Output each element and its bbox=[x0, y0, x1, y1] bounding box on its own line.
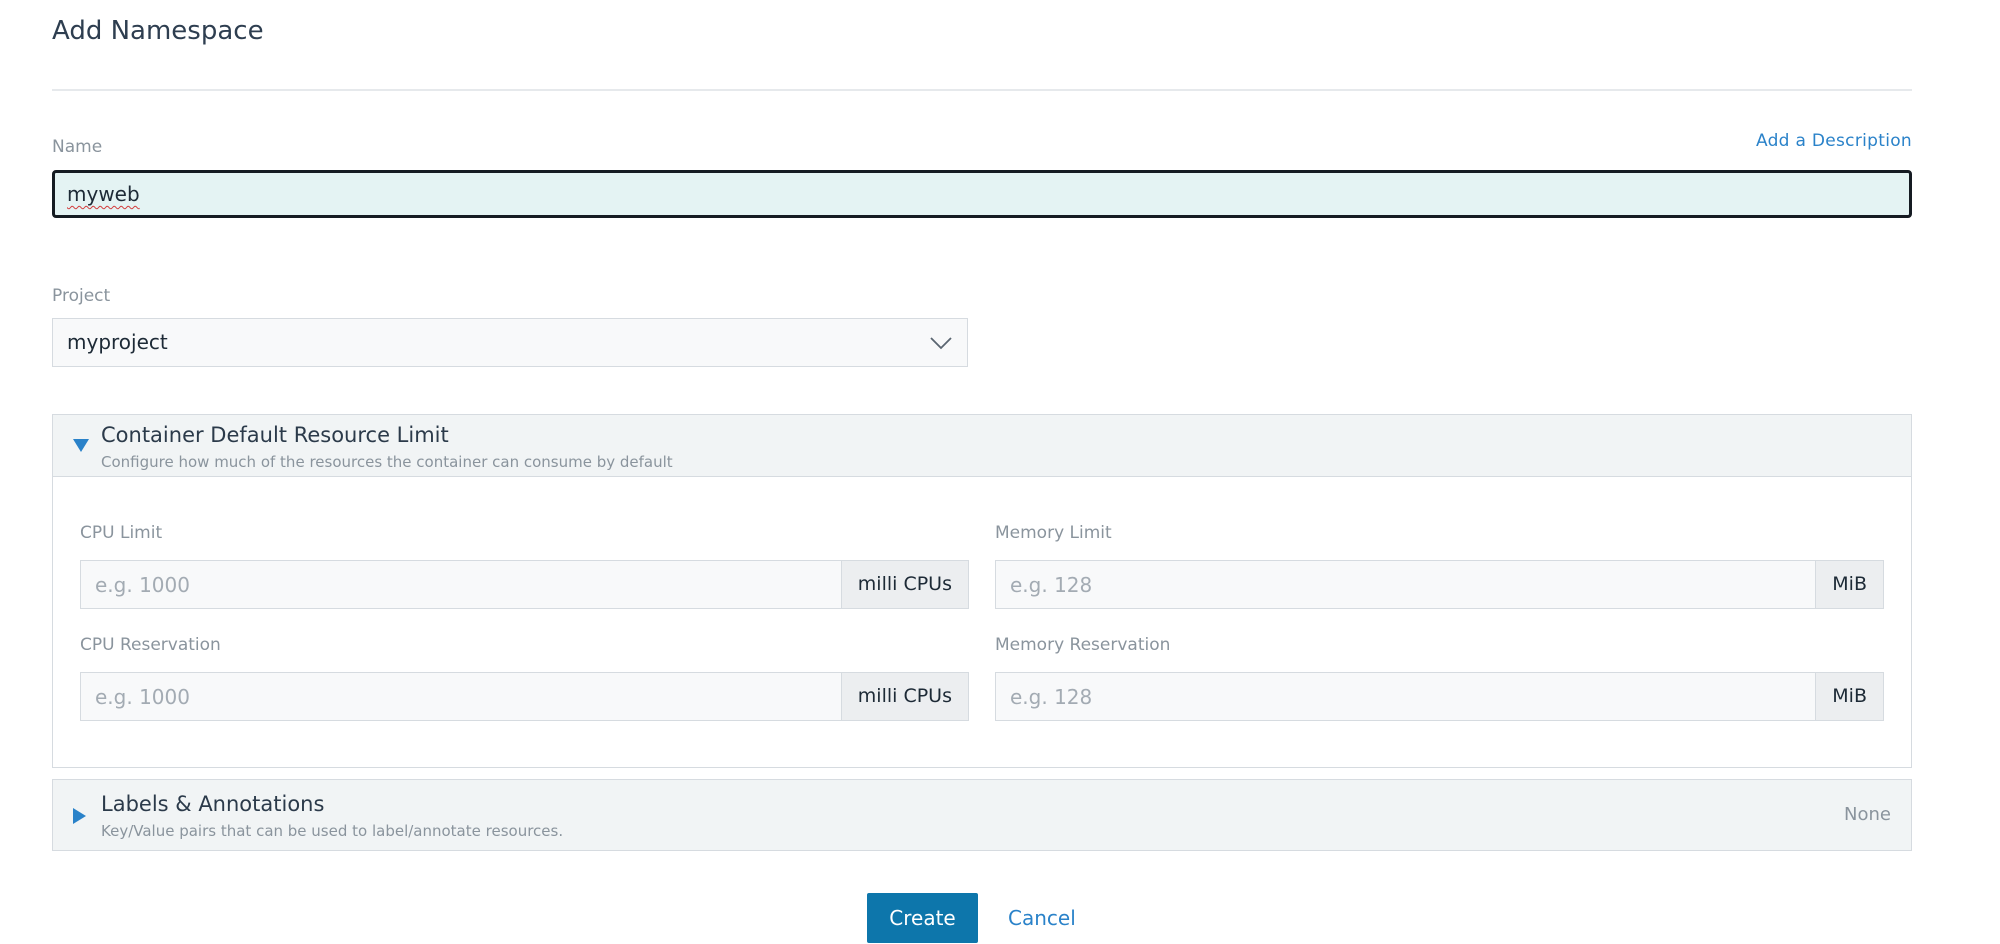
memory-limit-unit: MiB bbox=[1815, 561, 1883, 608]
labels-annotations-header[interactable]: Labels & Annotations Key/Value pairs tha… bbox=[53, 780, 1911, 850]
add-description-link[interactable]: Add a Description bbox=[1756, 131, 1912, 151]
triangle-down-icon bbox=[73, 439, 89, 452]
create-button[interactable]: Create bbox=[867, 893, 978, 943]
cpu-limit-input[interactable] bbox=[81, 561, 841, 608]
cpu-limit-label: CPU Limit bbox=[80, 523, 163, 543]
resource-limit-title: Container Default Resource Limit bbox=[101, 423, 449, 447]
form-actions: Create Cancel bbox=[52, 893, 1912, 943]
cpu-reservation-unit: milli CPUs bbox=[840, 673, 968, 720]
labels-annotations-section: Labels & Annotations Key/Value pairs tha… bbox=[52, 779, 1912, 851]
memory-reservation-group: MiB bbox=[995, 672, 1884, 721]
chevron-down-icon bbox=[930, 337, 952, 350]
project-select[interactable]: myproject bbox=[52, 318, 968, 367]
cpu-reservation-group: milli CPUs bbox=[80, 672, 969, 721]
memory-reservation-unit: MiB bbox=[1815, 673, 1883, 720]
labels-annotations-subtitle: Key/Value pairs that can be used to labe… bbox=[101, 822, 564, 840]
memory-limit-input[interactable] bbox=[996, 561, 1816, 608]
cpu-limit-unit: milli CPUs bbox=[840, 561, 968, 608]
cancel-button[interactable]: Cancel bbox=[1004, 893, 1080, 943]
name-input-value: myweb bbox=[67, 182, 140, 206]
labels-annotations-title: Labels & Annotations bbox=[101, 792, 325, 816]
triangle-right-icon bbox=[73, 808, 86, 824]
resource-limit-subtitle: Configure how much of the resources the … bbox=[101, 453, 673, 471]
memory-limit-group: MiB bbox=[995, 560, 1884, 609]
project-select-value: myproject bbox=[67, 330, 168, 354]
memory-reservation-input[interactable] bbox=[996, 673, 1816, 720]
cpu-limit-group: milli CPUs bbox=[80, 560, 969, 609]
resource-limit-header[interactable]: Container Default Resource Limit Configu… bbox=[53, 415, 1911, 476]
resource-limit-section: Container Default Resource Limit Configu… bbox=[52, 414, 1912, 768]
memory-limit-label: Memory Limit bbox=[995, 523, 1112, 543]
cpu-reservation-label: CPU Reservation bbox=[80, 635, 221, 655]
memory-reservation-label: Memory Reservation bbox=[995, 635, 1171, 655]
project-label: Project bbox=[52, 286, 111, 306]
name-label: Name bbox=[52, 137, 103, 157]
page-title: Add Namespace bbox=[52, 16, 264, 46]
title-divider bbox=[52, 89, 1912, 91]
name-input[interactable]: myweb bbox=[52, 170, 1912, 218]
resource-limit-body: CPU Limit milli CPUs Memory Limit MiB CP… bbox=[53, 476, 1911, 767]
cpu-reservation-input[interactable] bbox=[81, 673, 841, 720]
labels-annotations-status: None bbox=[1844, 804, 1891, 825]
